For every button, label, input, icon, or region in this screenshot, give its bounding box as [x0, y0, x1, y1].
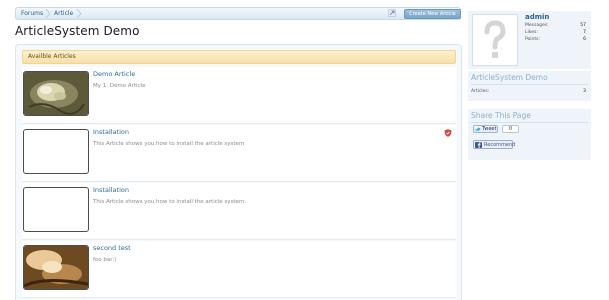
share-heading: Share This Page	[471, 111, 531, 120]
stat-value: 6	[583, 37, 586, 42]
article-title[interactable]: Installation	[93, 186, 129, 194]
breadcrumb-article[interactable]: Article	[54, 8, 73, 19]
nest-photo	[24, 72, 88, 115]
stat-label: Points:	[525, 37, 541, 42]
system-heading: ArticleSystem Demo	[471, 73, 548, 82]
shield-icon[interactable]	[444, 129, 452, 137]
jump-icon[interactable]	[388, 9, 396, 17]
username[interactable]: admin	[525, 13, 549, 21]
article-description: My 1. Demo Article	[93, 83, 146, 89]
article-item: Installation This Article shows you how …	[22, 125, 456, 182]
articles-count-value: 3	[583, 89, 586, 94]
article-thumbnail[interactable]	[23, 71, 89, 116]
tweet-label: Tweet	[482, 126, 497, 132]
article-description: This Article shows you how to install th…	[93, 199, 247, 205]
share-box: Share This Page Tweet 0 Recommend	[468, 109, 591, 160]
breadcrumb: Forums Article	[15, 7, 461, 20]
article-title[interactable]: second test	[93, 244, 131, 252]
article-thumbnail[interactable]	[23, 245, 89, 290]
home-arrow-icon	[16, 8, 20, 19]
panel-heading: Availble Articles	[22, 50, 456, 64]
article-title[interactable]: Demo Article	[93, 70, 135, 78]
tweet-count: 0	[502, 125, 519, 133]
article-title[interactable]: Installation	[93, 128, 129, 136]
articles-panel: Availble Articles Demo Article My 1. Dem…	[15, 44, 462, 300]
divider	[471, 122, 588, 123]
question-mark-icon	[473, 15, 517, 65]
facebook-icon	[475, 142, 482, 148]
system-info-box: ArticleSystem Demo Articles: 3	[468, 71, 591, 101]
divider	[471, 84, 588, 85]
article-item: Demo Article My 1. Demo Article	[22, 67, 456, 124]
article-thumbnail[interactable]	[23, 187, 89, 232]
article-description: This Article shows you how to install th…	[93, 141, 245, 147]
facebook-recommend-button[interactable]: Recommend	[473, 140, 516, 149]
article-item: Installation This Article shows you how …	[22, 183, 456, 240]
article-thumbnail[interactable]	[23, 129, 89, 174]
article-description: foo bar;)	[93, 257, 117, 263]
stat-value: 57	[580, 23, 586, 28]
stat-value: 7	[583, 30, 586, 35]
page-title: ArticleSystem Demo	[15, 24, 140, 38]
article-item: second test foo bar;)	[22, 241, 456, 298]
golden-photo	[24, 246, 88, 289]
stat-label: Messages:	[525, 23, 549, 28]
articles-count-label: Articles:	[471, 89, 490, 94]
tweet-button[interactable]: Tweet	[473, 125, 498, 133]
twitter-bird-icon	[475, 127, 481, 131]
user-info-box: admin Messages: 57 Likes: 7 Points: 6	[468, 11, 591, 69]
breadcrumb-separator-icon	[45, 9, 51, 18]
recommend-label: Recommend	[484, 142, 516, 148]
breadcrumb-forums[interactable]: Forums	[21, 8, 43, 19]
stat-label: Likes:	[525, 30, 538, 35]
create-new-article-button[interactable]: Create New Article	[404, 9, 461, 19]
breadcrumb-separator-icon	[76, 9, 82, 18]
avatar[interactable]	[472, 14, 518, 66]
